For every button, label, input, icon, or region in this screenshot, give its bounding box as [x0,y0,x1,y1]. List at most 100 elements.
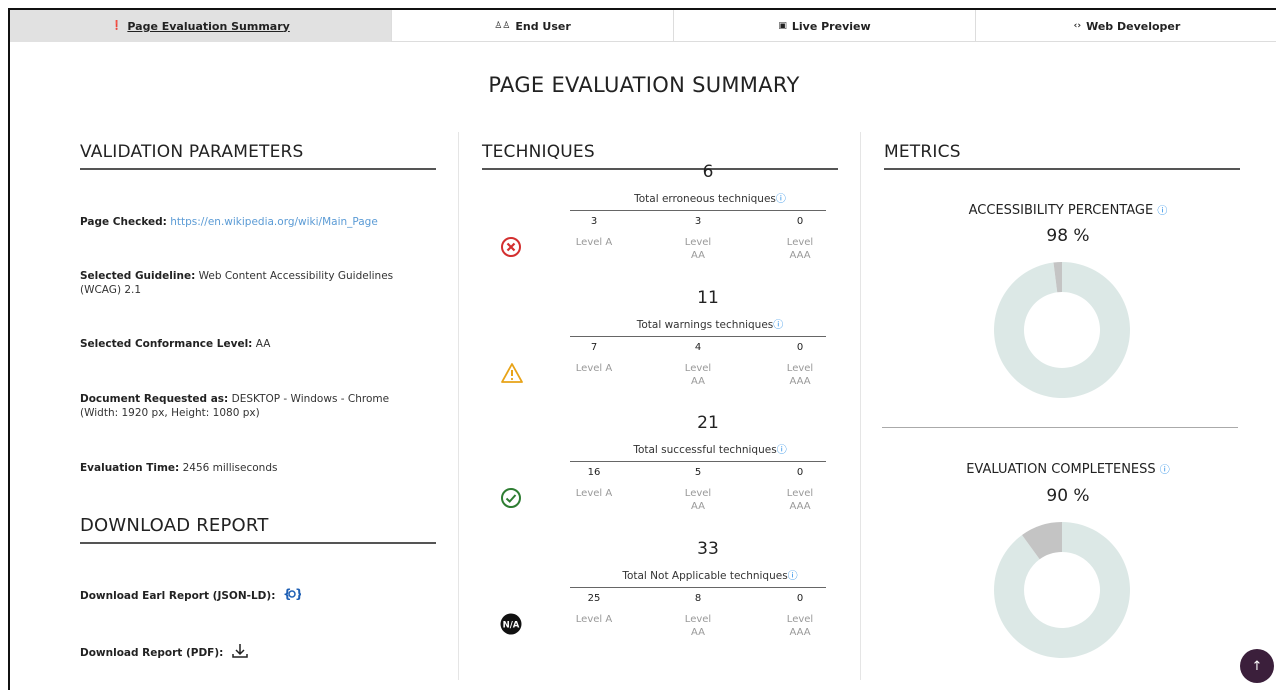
scroll-to-top-button[interactable]: ↑ [1240,649,1274,683]
technique-label-text: Total successful techniques [633,444,777,456]
code-icon: ‹› [1073,21,1082,31]
level-count: 4 [694,342,702,353]
svg-text:{: { [283,587,292,601]
page-title: PAGE EVALUATION SUMMARY [488,73,800,97]
technique-total-label: Total successful techniquesⓘ [580,441,840,456]
level-count: 7 [590,342,598,353]
success-icon [500,487,522,509]
conformance-row: Selected Conformance Level: AA [80,337,410,351]
error-icon [500,236,522,258]
metrics-heading: METRICS [884,142,1240,170]
arrow-up-icon: ↑ [1251,658,1263,674]
tab-page-evaluation-summary[interactable]: ❗ Page Evaluation Summary [10,10,392,42]
level-name: Level AA [684,614,712,638]
technique-total-count: 6 [702,162,714,182]
tab-label: Page Evaluation Summary [127,19,290,33]
evaluation-time-row: Evaluation Time: 2456 milliseconds [80,461,410,475]
technique-total-label: Total warnings techniquesⓘ [580,316,840,331]
level-name: Level A [575,237,613,248]
users-icon: ♙♙ [494,21,511,31]
level-name: Level AAA [786,488,814,512]
level-name: Level A [575,488,613,499]
level-name: Level AA [684,488,712,512]
earl-report-label: Download Earl Report (JSON-LD): [80,590,276,602]
page-checked-label: Page Checked: [80,216,167,228]
download-report-heading: DOWNLOAD REPORT [80,515,436,544]
level-count: 0 [796,342,804,353]
technique-total-label: Total Not Applicable techniquesⓘ [580,567,840,582]
document-label: Document Requested as: [80,393,229,405]
column-divider [458,132,459,680]
info-icon[interactable]: ⓘ [773,320,783,331]
guideline-label: Selected Guideline: [80,270,196,282]
level-count: 8 [694,593,702,604]
pdf-report-row: Download Report (PDF): [80,643,410,663]
technique-divider [570,587,826,588]
download-icon[interactable] [231,643,249,663]
tab-web-developer[interactable]: ‹› Web Developer [976,10,1276,42]
info-icon[interactable]: ⓘ [777,445,787,456]
json-ld-download-icon[interactable]: {} [283,587,304,605]
app-frame: ❗ Page Evaluation Summary ♙♙ End User ▣ … [8,8,1276,690]
level-name: Level AAA [786,363,814,387]
technique-label-text: Total Not Applicable techniques [622,570,788,582]
technique-divider [570,461,826,462]
level-count: 25 [587,593,601,604]
level-count: 0 [796,467,804,478]
page-checked-row: Page Checked: https://en.wikipedia.org/w… [80,215,410,229]
column-divider [860,132,861,680]
info-icon[interactable]: ⓘ [1157,206,1167,217]
svg-text:N/A: N/A [503,621,520,631]
technique-total-count: 11 [697,288,719,308]
info-icon: ❗ [111,21,123,31]
level-count: 0 [796,216,804,227]
conformance-value: AA [255,338,271,350]
evaluation-time-label: Evaluation Time: [80,462,180,474]
info-icon[interactable]: ⓘ [776,194,786,205]
tab-live-preview[interactable]: ▣ Live Preview [674,10,976,42]
accessibility-percentage-label: ACCESSIBILITY PERCENTAGE [968,203,1154,218]
evaluation-completeness-title: EVALUATION COMPLETENESS ⓘ [888,461,1248,477]
tab-label: End User [515,19,571,33]
preview-icon: ▣ [778,21,787,31]
completeness-donut-chart [994,522,1130,658]
evaluation-completeness-value: 90 % [1046,486,1090,506]
technique-label-text: Total warnings techniques [636,319,774,331]
level-name: Level A [575,363,613,374]
document-row: Document Requested as: DESKTOP - Windows… [80,392,410,420]
warning-icon [500,362,523,384]
level-name: Level A [575,614,613,625]
level-count: 16 [587,467,601,478]
pdf-report-label: Download Report (PDF): [80,647,224,659]
technique-total-count: 33 [697,539,719,559]
tab-label: Web Developer [1086,19,1181,33]
level-name: Level AA [684,237,712,261]
earl-report-row: Download Earl Report (JSON-LD): {} [80,587,410,605]
conformance-label: Selected Conformance Level: [80,338,253,350]
tab-end-user[interactable]: ♙♙ End User [392,10,674,42]
level-count: 3 [590,216,598,227]
level-count: 3 [694,216,702,227]
tab-bar: ❗ Page Evaluation Summary ♙♙ End User ▣ … [10,10,1276,42]
guideline-row: Selected Guideline: Web Content Accessib… [80,269,410,297]
level-count: 5 [694,467,702,478]
evaluation-time-value: 2456 milliseconds [182,462,278,474]
level-name: Level AAA [786,237,814,261]
accessibility-percentage-value: 98 % [1046,226,1090,246]
validation-parameters-heading: VALIDATION PARAMETERS [80,142,436,170]
tab-label: Live Preview [791,19,871,33]
technique-label-text: Total erroneous techniques [634,193,776,205]
evaluation-completeness-label: EVALUATION COMPLETENESS [966,462,1156,477]
technique-total-count: 21 [697,413,719,433]
svg-text:}: } [295,587,301,601]
info-icon[interactable]: ⓘ [788,571,798,582]
technique-total-label: Total erroneous techniquesⓘ [580,190,840,205]
technique-divider [570,336,826,337]
level-name: Level AA [684,363,712,387]
page-checked-link[interactable]: https://en.wikipedia.org/wiki/Main_Page [170,216,378,228]
metrics-divider [882,427,1238,428]
level-name: Level AAA [786,614,814,638]
accessibility-donut-chart [994,262,1130,398]
info-icon[interactable]: ⓘ [1160,465,1170,476]
accessibility-percentage-title: ACCESSIBILITY PERCENTAGE ⓘ [888,202,1248,218]
